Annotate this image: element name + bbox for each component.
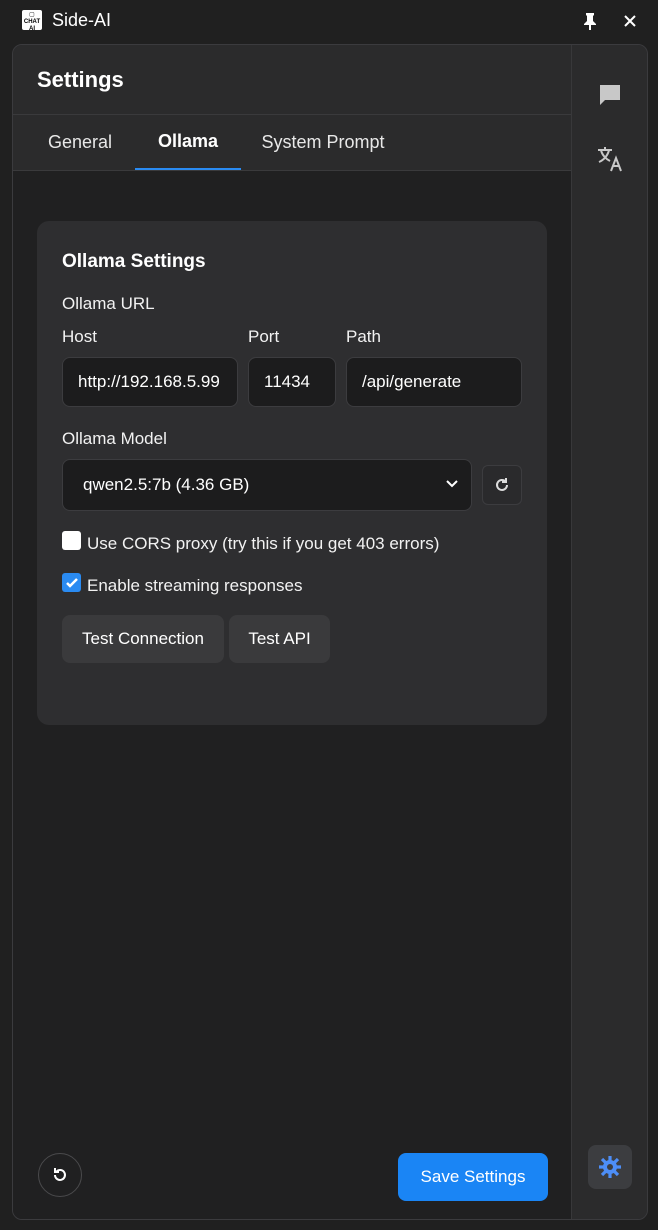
path-input[interactable]: /api/generate	[346, 357, 522, 407]
ollama-settings-card: Ollama Settings Ollama URL Host Port Pat…	[37, 221, 547, 725]
sidebar-item-settings[interactable]	[588, 1145, 632, 1189]
cors-label: Use CORS proxy (try this if you get 403 …	[87, 534, 440, 553]
test-connection-button[interactable]: Test Connection	[62, 615, 224, 663]
settings-header: Settings	[13, 45, 572, 115]
save-settings-button[interactable]: Save Settings	[398, 1153, 548, 1201]
reset-icon	[54, 1168, 66, 1181]
port-input[interactable]: 11434	[248, 357, 336, 407]
checkmark-icon	[65, 577, 78, 588]
tab-content: Ollama Settings Ollama URL Host Port Pat…	[13, 171, 572, 1219]
app-logo: ▢ CHAT AI	[22, 10, 42, 32]
streaming-checkbox[interactable]	[62, 573, 81, 592]
settings-tabs: General Ollama System Prompt	[13, 115, 572, 171]
card-title: Ollama Settings	[62, 251, 206, 272]
model-select[interactable]: qwen2.5:7b (4.36 GB)	[62, 459, 472, 511]
port-label: Port	[248, 327, 280, 346]
model-select-value: qwen2.5:7b (4.36 GB)	[83, 475, 250, 494]
close-icon	[624, 15, 636, 27]
title-bar: ▢ CHAT AI Side-AI	[0, 0, 658, 42]
reset-button[interactable]	[38, 1153, 82, 1197]
refresh-models-button[interactable]	[482, 465, 522, 505]
tab-system-prompt[interactable]: System Prompt	[253, 115, 393, 170]
gear-icon	[599, 1156, 621, 1178]
translate-icon	[598, 147, 622, 172]
host-input[interactable]: http://192.168.5.99	[62, 357, 238, 407]
streaming-label: Enable streaming responses	[87, 576, 303, 595]
host-label: Host	[62, 327, 97, 346]
tab-general[interactable]: General	[31, 115, 129, 170]
app-frame: Settings General Ollama System Prompt Ol…	[12, 44, 648, 1220]
pin-button[interactable]	[577, 8, 603, 34]
sidebar-item-chat[interactable]	[588, 73, 632, 117]
chat-icon	[600, 85, 620, 105]
ollama-model-label: Ollama Model	[62, 429, 167, 448]
close-button[interactable]	[617, 8, 643, 34]
path-label: Path	[346, 327, 381, 346]
sidebar-item-translate[interactable]	[588, 137, 632, 181]
app-title: Side-AI	[52, 10, 112, 30]
refresh-icon	[496, 478, 508, 491]
settings-panel: Settings General Ollama System Prompt Ol…	[13, 45, 572, 1219]
sidebar	[571, 45, 647, 1219]
cors-checkbox[interactable]	[62, 531, 81, 550]
tab-ollama[interactable]: Ollama	[135, 115, 241, 170]
pin-icon	[584, 13, 596, 30]
ollama-url-label: Ollama URL	[62, 294, 155, 313]
test-api-button[interactable]: Test API	[229, 615, 330, 663]
page-title: Settings	[37, 67, 124, 92]
chevron-down-icon	[446, 480, 458, 488]
